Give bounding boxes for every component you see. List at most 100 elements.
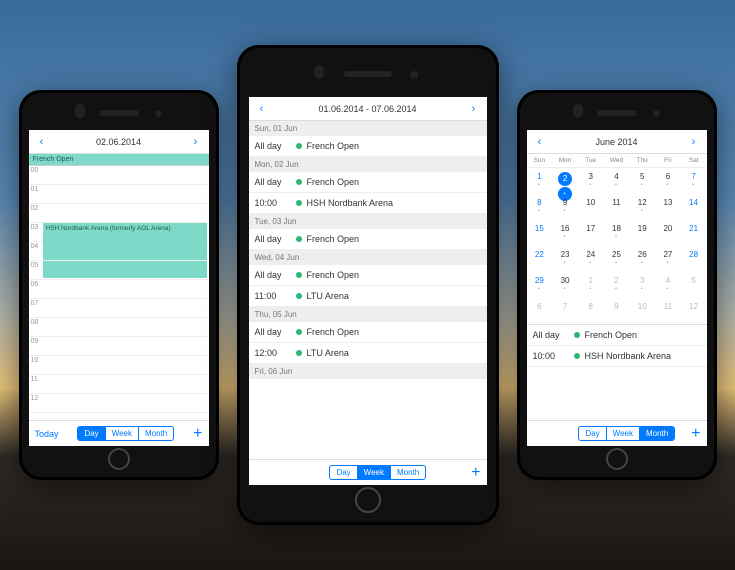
month-cell[interactable]: 23•	[552, 246, 578, 272]
month-cell[interactable]: 11	[604, 194, 630, 220]
tab-week[interactable]: Week	[105, 427, 138, 440]
next-button[interactable]: ›	[686, 135, 700, 149]
home-button[interactable]	[355, 487, 381, 513]
month-cell[interactable]: 3•	[578, 168, 604, 194]
event-dot-icon	[296, 350, 302, 356]
week-event-row[interactable]: 11:00LTU Arena	[249, 286, 487, 307]
month-cell[interactable]: 13	[655, 194, 681, 220]
month-cell[interactable]: 20	[655, 220, 681, 246]
weekday-label: Sun	[527, 154, 553, 168]
month-cell[interactable]: 8	[578, 298, 604, 324]
month-cell[interactable]: 10	[578, 194, 604, 220]
add-button[interactable]: +	[691, 425, 700, 443]
tab-day[interactable]: Day	[78, 427, 104, 440]
month-cell[interactable]: 3•	[629, 272, 655, 298]
event-title: French Open	[307, 270, 360, 280]
month-cell[interactable]: 12•	[629, 194, 655, 220]
hour-row[interactable]: 07	[29, 299, 209, 318]
month-cell[interactable]: 2•	[604, 272, 630, 298]
month-event-row[interactable]: 10:00HSH Nordbank Arena	[527, 346, 707, 367]
week-event-row[interactable]: All dayFrench Open	[249, 172, 487, 193]
month-cell[interactable]: 10	[629, 298, 655, 324]
month-cell[interactable]: 9	[604, 298, 630, 324]
hour-row[interactable]: 09	[29, 337, 209, 356]
hour-row[interactable]: 04	[29, 242, 209, 261]
event-dot-icon	[296, 200, 302, 206]
month-cell[interactable]: 6	[527, 298, 553, 324]
hour-row[interactable]: 10	[29, 356, 209, 375]
week-section-header: Tue, 03 Jun	[249, 214, 487, 229]
add-button[interactable]: +	[471, 464, 480, 482]
month-cell[interactable]: 7	[552, 298, 578, 324]
month-cell[interactable]: 5	[681, 272, 707, 298]
next-button[interactable]: ›	[467, 102, 481, 116]
add-button[interactable]: +	[193, 425, 202, 443]
month-cell[interactable]: 14	[681, 194, 707, 220]
week-section-header: Fri, 06 Jun	[249, 364, 487, 379]
today-button[interactable]: Today	[35, 429, 59, 439]
month-cell[interactable]: 1•	[578, 272, 604, 298]
tab-day[interactable]: Day	[579, 427, 605, 440]
month-event-row[interactable]: All dayFrench Open	[527, 325, 707, 346]
event-title: HSH Nordbank Arena	[307, 198, 394, 208]
month-cell[interactable]: 28	[681, 246, 707, 272]
month-cell[interactable]: 22	[527, 246, 553, 272]
month-cell[interactable]: 7•	[681, 168, 707, 194]
month-cell[interactable]: 4•	[655, 272, 681, 298]
hour-row[interactable]: 05	[29, 261, 209, 280]
hour-row[interactable]: 11	[29, 375, 209, 394]
tab-week[interactable]: Week	[606, 427, 639, 440]
allday-event[interactable]: French Open	[29, 154, 209, 166]
phone-week: ‹ 01.06.2014 - 07.06.2014 › Sun, 01 JunA…	[237, 45, 499, 525]
week-event-row[interactable]: All dayFrench Open	[249, 136, 487, 157]
month-cell[interactable]: 16•	[552, 220, 578, 246]
week-event-row[interactable]: All dayFrench Open	[249, 322, 487, 343]
month-cell[interactable]: 25•	[604, 246, 630, 272]
month-cell[interactable]: 6•	[655, 168, 681, 194]
tab-month[interactable]: Month	[138, 427, 173, 440]
month-cell[interactable]: 15	[527, 220, 553, 246]
prev-button[interactable]: ‹	[533, 135, 547, 149]
week-event-row[interactable]: 12:00LTU Arena	[249, 343, 487, 364]
month-cell[interactable]: 21	[681, 220, 707, 246]
week-header: ‹ 01.06.2014 - 07.06.2014 ›	[249, 97, 487, 121]
month-cell[interactable]: 11	[655, 298, 681, 324]
view-segmented: DayWeekMonth	[329, 465, 426, 480]
home-button[interactable]	[606, 448, 628, 470]
month-cell[interactable]: 9•	[552, 194, 578, 220]
month-cell[interactable]: 5•	[629, 168, 655, 194]
home-button[interactable]	[108, 448, 130, 470]
week-event-row[interactable]: 10:00HSH Nordbank Arena	[249, 193, 487, 214]
week-event-row[interactable]: All dayFrench Open	[249, 265, 487, 286]
month-cell[interactable]: 19	[629, 220, 655, 246]
month-cell[interactable]: 26•	[629, 246, 655, 272]
next-button[interactable]: ›	[188, 135, 202, 149]
month-cell[interactable]: 30•	[552, 272, 578, 298]
hour-row[interactable]: 12	[29, 394, 209, 413]
month-cell[interactable]: 1•	[527, 168, 553, 194]
tab-month[interactable]: Month	[639, 427, 674, 440]
hour-row[interactable]: 02	[29, 204, 209, 223]
tab-day[interactable]: Day	[330, 466, 356, 479]
hour-row[interactable]: 01	[29, 185, 209, 204]
month-cell[interactable]: 8•	[527, 194, 553, 220]
prev-button[interactable]: ‹	[255, 102, 269, 116]
hour-row[interactable]: 06	[29, 280, 209, 299]
month-cell[interactable]: 24•	[578, 246, 604, 272]
event-title: French Open	[307, 234, 360, 244]
hour-row[interactable]: 03HSH Nordbank Arena (formerly AOL Arena…	[29, 223, 209, 242]
prev-button[interactable]: ‹	[35, 135, 49, 149]
month-cell[interactable]: 27•	[655, 246, 681, 272]
hour-row[interactable]: 08	[29, 318, 209, 337]
month-cell[interactable]: 18•	[604, 220, 630, 246]
month-cell[interactable]: 2•	[552, 168, 578, 194]
tab-month[interactable]: Month	[390, 466, 425, 479]
month-cell[interactable]: 12	[681, 298, 707, 324]
month-cell[interactable]: 4•	[604, 168, 630, 194]
week-event-row[interactable]: All dayFrench Open	[249, 229, 487, 250]
month-cell[interactable]: 17	[578, 220, 604, 246]
month-cell[interactable]: 29•	[527, 272, 553, 298]
tab-week[interactable]: Week	[357, 466, 390, 479]
hour-row[interactable]: 00	[29, 166, 209, 185]
week-title: 01.06.2014 - 07.06.2014	[318, 104, 416, 114]
